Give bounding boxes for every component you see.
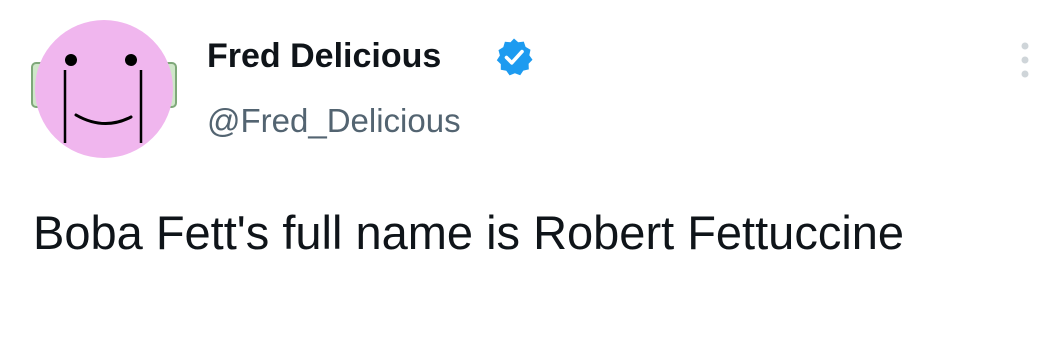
- user-handle[interactable]: @Fred_Delicious: [207, 101, 461, 141]
- tweet-text: Boba Fett's full name is Robert Fettucci…: [33, 206, 905, 259]
- more-options-icon[interactable]: [1010, 38, 1040, 82]
- avatar[interactable]: [30, 17, 178, 161]
- display-name[interactable]: Fred Delicious: [207, 36, 441, 76]
- avatar-face-icon: [31, 20, 177, 158]
- verified-badge-icon: [494, 37, 534, 77]
- tweet-card: Fred Delicious @Fred_Delicious Boba Fett…: [0, 0, 1056, 356]
